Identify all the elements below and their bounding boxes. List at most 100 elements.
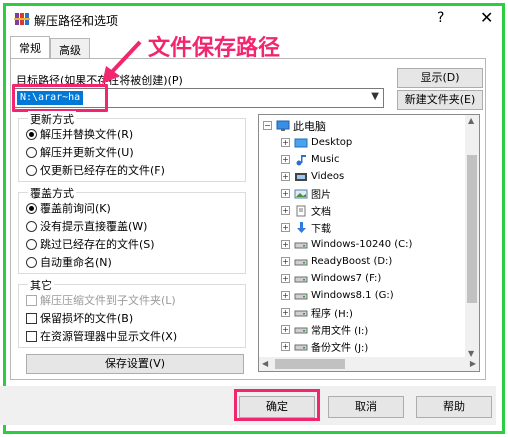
download-icon — [297, 221, 306, 233]
overwrite-option-force[interactable]: 没有提示直接覆盖(W) — [26, 218, 147, 234]
drive-icon — [294, 276, 308, 282]
expand-icon[interactable]: + — [281, 155, 290, 164]
tree-item[interactable]: + 文档 — [281, 202, 331, 219]
misc-title: 其它 — [28, 277, 54, 293]
scroll-thumb[interactable] — [467, 155, 477, 303]
tree-item-label: Music — [311, 154, 340, 165]
drive-icon — [294, 293, 308, 299]
checkbox-icon[interactable] — [26, 312, 37, 324]
radio-selected-icon[interactable] — [26, 128, 37, 140]
radio-icon[interactable] — [26, 164, 37, 176]
radio-selected-icon[interactable] — [26, 202, 37, 214]
tree-item[interactable]: + ReadyBoost (D:) — [281, 253, 392, 270]
misc-option-show-explorer[interactable]: 在资源管理器中显示文件(X) — [26, 328, 177, 344]
misc-option-subfolder[interactable]: 解压压缩文件到子文件夹(L) — [26, 292, 176, 308]
overwrite-option-ask[interactable]: 覆盖前询问(K) — [26, 200, 111, 216]
close-button[interactable]: ✕ — [480, 8, 493, 27]
music-icon — [296, 154, 306, 165]
expand-icon[interactable]: + — [281, 342, 290, 351]
misc-option-keep-broken[interactable]: 保留损坏的文件(B) — [26, 310, 133, 326]
scroll-left-icon[interactable]: ◀ — [262, 359, 268, 368]
expand-icon[interactable]: + — [281, 138, 290, 147]
expand-icon[interactable]: + — [281, 308, 290, 317]
ok-highlight-box — [234, 389, 320, 421]
documents-icon — [296, 205, 306, 216]
chevron-down-icon[interactable]: ▼ — [371, 91, 379, 102]
overwrite-mode-title: 覆盖方式 — [28, 185, 76, 201]
tree-item[interactable]: + Windows7 (F:) — [281, 270, 381, 287]
expand-icon[interactable]: + — [281, 172, 290, 181]
path-highlight-box — [12, 84, 108, 112]
expand-icon[interactable]: + — [281, 240, 290, 249]
update-option-existing[interactable]: 仅更新已经存在的文件(F) — [26, 162, 165, 178]
expand-icon[interactable]: + — [281, 189, 290, 198]
radio-icon[interactable] — [26, 238, 37, 250]
pictures-icon — [294, 189, 308, 198]
tree-item[interactable]: + 图片 — [281, 185, 331, 202]
tree-item[interactable]: + Windows-10240 (C:) — [281, 236, 412, 253]
tree-item[interactable]: + 下载 — [281, 219, 331, 236]
save-settings-button[interactable]: 保存设置(V) — [26, 354, 244, 374]
expand-icon[interactable]: + — [281, 257, 290, 266]
arrow-annotation-icon — [102, 40, 142, 84]
tree-item[interactable]: + Desktop — [281, 134, 352, 151]
tree-vertical-scrollbar[interactable]: ▲ ▼ — [465, 115, 479, 359]
radio-icon[interactable] — [26, 256, 37, 268]
tree-item[interactable]: + 备份文件 (J:) — [281, 338, 368, 355]
drive-icon — [294, 327, 308, 333]
expand-icon[interactable]: + — [281, 325, 290, 334]
expand-icon[interactable]: + — [281, 206, 290, 215]
tab-general[interactable]: 常规 — [10, 36, 50, 58]
tree-item-label: 图片 — [311, 190, 331, 201]
drive-icon — [294, 310, 308, 316]
tab-advanced[interactable]: 高级 — [50, 38, 90, 58]
scroll-right-icon[interactable]: ▶ — [470, 359, 476, 368]
checkbox-icon[interactable] — [26, 294, 37, 306]
help-button[interactable]: 帮助 — [416, 396, 492, 418]
tree-item-label: 备份文件 (J:) — [311, 343, 369, 354]
video-icon — [295, 172, 307, 181]
desktop-folder-icon — [294, 138, 308, 147]
overwrite-option-rename[interactable]: 自动重命名(N) — [26, 254, 112, 270]
drive-icon — [294, 344, 308, 350]
tree-item-label: Desktop — [311, 137, 353, 148]
window-title: 解压路径和选项 — [34, 14, 119, 28]
tree-item-label: 程序 (H:) — [311, 309, 353, 320]
tree-item-label: 下载 — [311, 224, 331, 235]
new-folder-button[interactable]: 新建文件夹(E) — [397, 90, 483, 110]
tree-item[interactable]: + Videos — [281, 168, 344, 185]
help-title-button[interactable]: ? — [437, 10, 444, 26]
expand-icon[interactable]: + — [281, 223, 290, 232]
tree-horizontal-scrollbar[interactable]: ◀ ▶ — [259, 357, 479, 371]
cancel-button[interactable]: 取消 — [328, 396, 404, 418]
title-bar: 解压路径和选项 ? ✕ — [6, 6, 502, 32]
scroll-up-icon[interactable]: ▲ — [468, 116, 474, 125]
tree-item-label: Videos — [311, 171, 345, 182]
tree-item[interactable]: + Windows8.1 (G:) — [281, 287, 394, 304]
tree-item-label: 常用文件 (I:) — [311, 326, 369, 337]
drive-icon — [294, 242, 308, 248]
tree-item-label: Windows8.1 (G:) — [311, 290, 394, 301]
checkbox-icon[interactable] — [26, 330, 37, 342]
tree-root[interactable]: − 此电脑 — [263, 117, 326, 134]
tree-item[interactable]: + 常用文件 (I:) — [281, 321, 368, 338]
tree-item-label: Windows-10240 (C:) — [311, 239, 413, 250]
radio-icon[interactable] — [26, 220, 37, 232]
overwrite-option-skip[interactable]: 跳过已经存在的文件(S) — [26, 236, 155, 252]
scroll-thumb[interactable] — [275, 359, 345, 369]
radio-icon[interactable] — [26, 146, 37, 158]
drive-icon — [294, 259, 308, 265]
tree-item[interactable]: + 程序 (H:) — [281, 304, 353, 321]
folder-tree[interactable]: − 此电脑 + Desktop + Music + Videos + 图片 + 文档 + 下载 + Win… — [258, 114, 480, 372]
expand-icon[interactable]: + — [281, 274, 290, 283]
update-option-update[interactable]: 解压并更新文件(U) — [26, 144, 134, 160]
update-mode-title: 更新方式 — [28, 111, 76, 127]
expand-icon[interactable]: + — [281, 291, 290, 300]
update-option-replace[interactable]: 解压并替换文件(R) — [26, 126, 133, 142]
tree-item-label: Windows7 (F:) — [311, 273, 382, 284]
show-button[interactable]: 显示(D) — [397, 68, 483, 88]
collapse-icon[interactable]: − — [263, 121, 272, 130]
tree-item[interactable]: + Music — [281, 151, 339, 168]
winrar-app-icon — [14, 13, 30, 25]
tree-item-label: ReadyBoost (D:) — [311, 256, 393, 267]
